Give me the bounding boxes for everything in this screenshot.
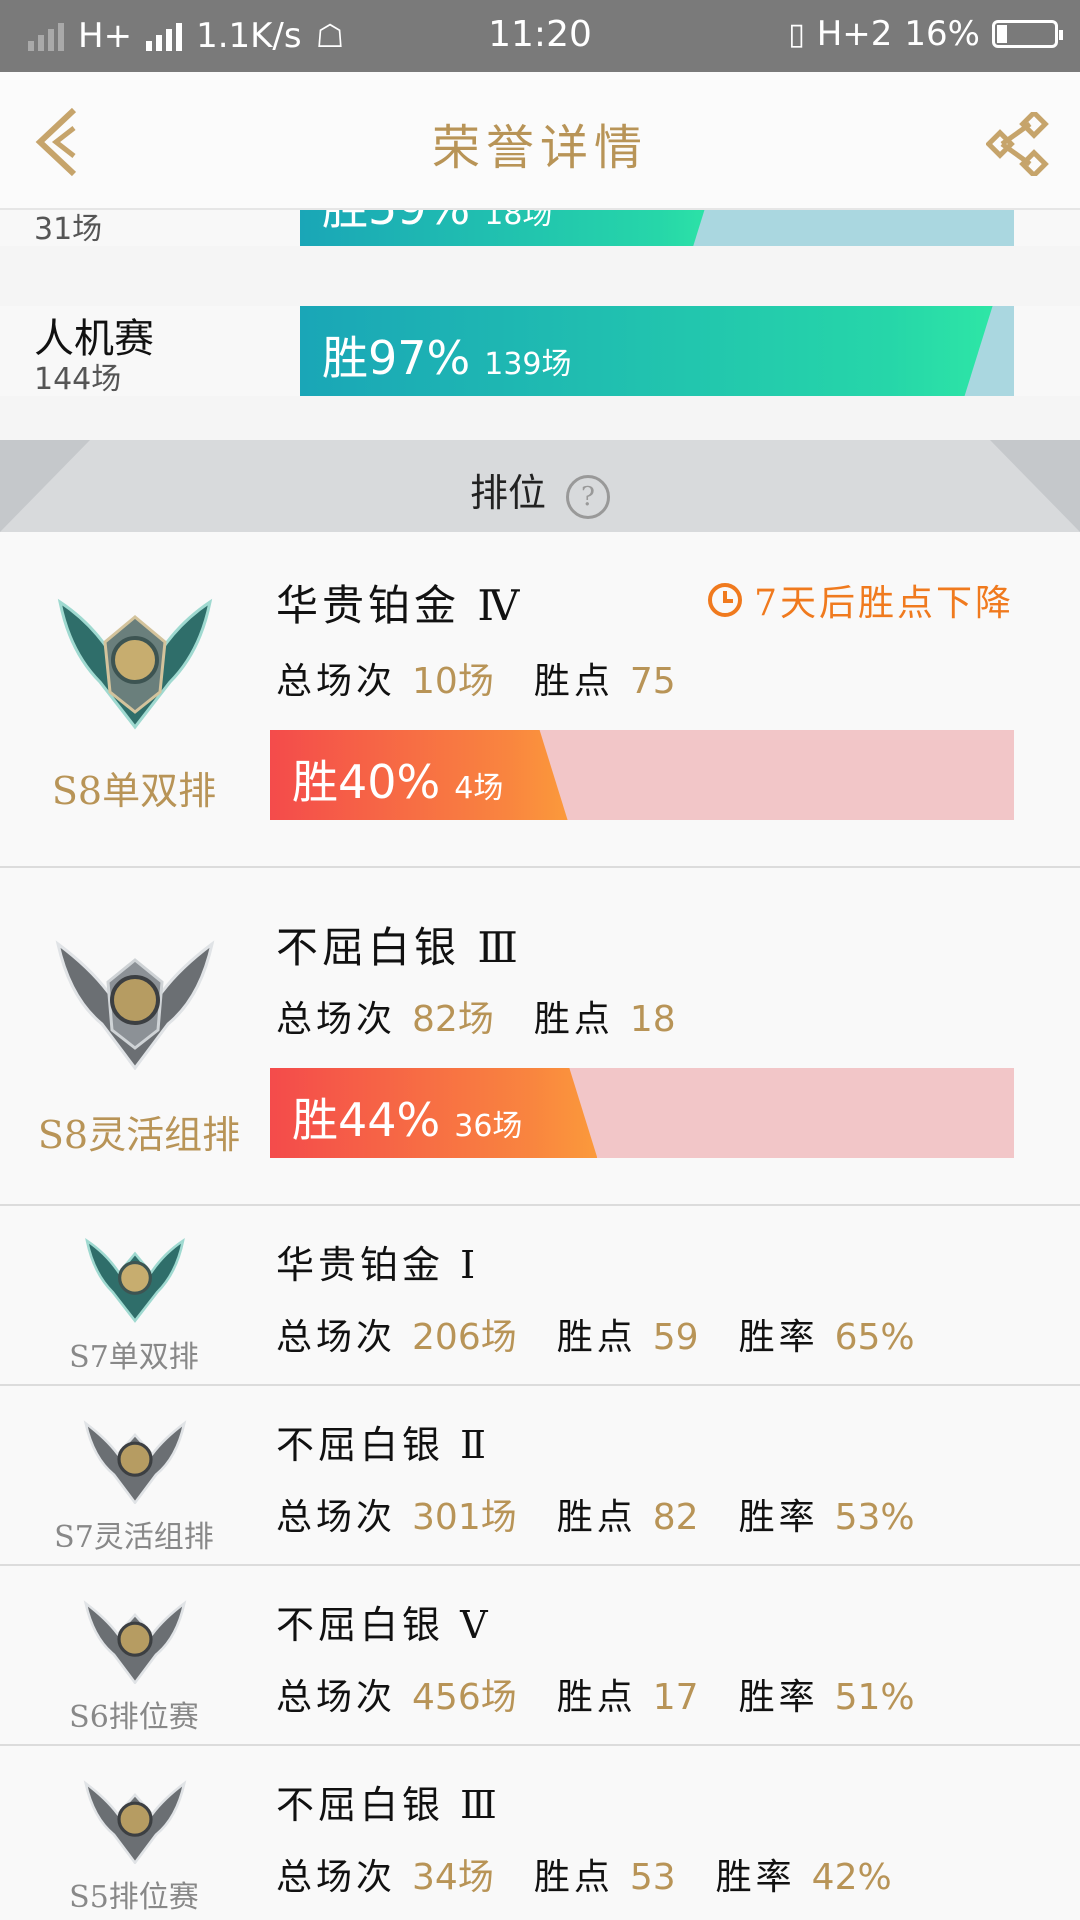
total-games: 10场 xyxy=(412,661,494,702)
clock-icon xyxy=(708,583,743,617)
vibrate-icon: ▯ xyxy=(788,16,805,52)
rate-label: 胜率 xyxy=(715,1857,796,1898)
tier-name: 不屈白银 Ⅲ xyxy=(276,923,522,972)
rate-label: 胜率 xyxy=(738,1317,819,1358)
points-label: 胜点 xyxy=(556,1677,637,1718)
ranked-card-s7-flex[interactable]: S7灵活组排 不屈白银 Ⅱ 总场次 301场 胜点 82 胜率 53% xyxy=(0,1386,1080,1566)
win-rate: 42% xyxy=(811,1857,892,1898)
win-rate-bar: 胜44% 36场 xyxy=(270,1068,1014,1158)
match-win-bar: 胜97% 139场 xyxy=(300,306,1014,396)
win-rate: 53% xyxy=(834,1497,915,1538)
league-points: 75 xyxy=(629,661,676,702)
win-rate-label: 胜40% 4场 xyxy=(292,755,504,809)
stats-row: 总场次 301场 胜点 82 胜率 53% xyxy=(276,1488,955,1540)
points-label: 胜点 xyxy=(533,661,614,702)
ranked-card-s6[interactable]: S6排位赛 不屈白银 Ⅴ 总场次 456场 胜点 17 胜率 51% xyxy=(0,1566,1080,1746)
total-label: 总场次 xyxy=(276,1317,397,1358)
win-rate: 51% xyxy=(834,1677,915,1718)
battery-icon xyxy=(992,20,1063,48)
match-win-bar: 胜59%18场 xyxy=(300,210,1014,246)
stats-row: 总场次 456场 胜点 17 胜率 51% xyxy=(276,1668,955,1720)
platinum-emblem-icon xyxy=(57,598,213,730)
league-points: 59 xyxy=(652,1317,699,1358)
rank-decay-warning: 7天后胜点下降 xyxy=(708,574,1014,626)
app-header: 荣誉详情 xyxy=(0,72,1080,210)
total-games: 206场 xyxy=(412,1317,517,1358)
total-label: 总场次 xyxy=(276,661,397,702)
silver-emblem-icon xyxy=(83,1420,187,1504)
total-games: 301场 xyxy=(412,1497,517,1538)
stats-row: 总场次 82场 胜点 18 xyxy=(276,990,716,1042)
match-win-label: 胜97% 139场 xyxy=(322,331,572,385)
tier-name: 华贵铂金 Ⅰ xyxy=(276,1243,480,1287)
tier-name: 华贵铂金 Ⅳ xyxy=(276,581,524,630)
win-rate-label: 胜44% 36场 xyxy=(292,1093,523,1147)
share-button[interactable] xyxy=(985,109,1050,179)
season-label: S5排位赛 xyxy=(69,1880,199,1915)
match-row-ai: 人机赛 144场 胜97% 139场 xyxy=(0,306,1080,397)
stats-row: 总场次 34场 胜点 53 胜率 42% xyxy=(276,1848,932,1900)
platinum-emblem-icon xyxy=(85,1238,185,1323)
total-label: 总场次 xyxy=(276,999,397,1040)
section-title: 排位 xyxy=(469,471,546,515)
tier-name: 不屈白银 Ⅲ xyxy=(276,1783,501,1827)
league-points: 53 xyxy=(629,1857,676,1898)
section-title-wrap: 排位? xyxy=(0,462,1080,519)
points-label: 胜点 xyxy=(533,999,614,1040)
win-rate: 65% xyxy=(834,1317,915,1358)
status-bar: H+ 1.1K/s ☖ 11:20 ▯ H+2 16% xyxy=(0,0,1080,72)
match-count: 144场 xyxy=(34,362,122,397)
season-label: S7灵活组排 xyxy=(54,1520,214,1555)
rate-label: 胜率 xyxy=(738,1677,819,1718)
rate-label: 胜率 xyxy=(738,1497,819,1538)
ranked-card-s7-solo[interactable]: S7单双排 华贵铂金 Ⅰ 总场次 206场 胜点 59 胜率 65% xyxy=(0,1206,1080,1386)
help-icon[interactable]: ? xyxy=(566,474,610,519)
ranked-card-s8-flex[interactable]: S8灵活组排 不屈白银 Ⅲ 总场次 82场 胜点 18 胜44% 36场 xyxy=(0,868,1080,1206)
points-label: 胜点 xyxy=(556,1317,637,1358)
league-points: 18 xyxy=(629,999,676,1040)
total-label: 总场次 xyxy=(276,1497,397,1538)
total-games: 34场 xyxy=(412,1857,494,1898)
page-title: 荣誉详情 xyxy=(431,120,648,176)
total-label: 总场次 xyxy=(276,1857,397,1898)
silver-emblem-icon xyxy=(83,1600,187,1684)
tier-name: 不屈白银 Ⅴ xyxy=(276,1603,492,1647)
share-icon xyxy=(985,109,1049,179)
match-count: 31场 xyxy=(34,212,103,246)
tier-name: 不屈白银 Ⅱ xyxy=(276,1423,490,1467)
season-label: S8灵活组排 xyxy=(37,1113,241,1157)
ranked-section-header: 排位? xyxy=(0,440,1080,532)
silver-emblem-icon xyxy=(83,1780,187,1864)
season-label: S6排位赛 xyxy=(69,1700,199,1735)
network-type-2: H+2 xyxy=(816,14,893,54)
season-label: S8单双排 xyxy=(51,769,217,813)
match-win-label: 胜59%18场 xyxy=(322,210,553,235)
battery-percent: 16% xyxy=(904,14,980,54)
league-points: 82 xyxy=(652,1497,699,1538)
silver-emblem-icon xyxy=(55,940,215,1070)
stats-row: 总场次 206场 胜点 59 胜率 65% xyxy=(276,1308,955,1360)
ranked-card-s8-solo[interactable]: S8单双排 华贵铂金 Ⅳ 7天后胜点下降 总场次 10场 胜点 75 胜40% 4场 xyxy=(0,532,1080,868)
warning-text: 7天后胜点下降 xyxy=(754,583,1014,624)
points-label: 胜点 xyxy=(556,1497,637,1538)
match-row-partial: 31场 胜59%18场 xyxy=(0,210,1080,246)
stats-row: 总场次 10场 胜点 75 xyxy=(276,652,716,704)
points-label: 胜点 xyxy=(533,1857,614,1898)
ranked-card-s5[interactable]: S5排位赛 不屈白银 Ⅲ 总场次 34场 胜点 53 胜率 42% xyxy=(0,1746,1080,1920)
total-label: 总场次 xyxy=(276,1677,397,1718)
league-points: 17 xyxy=(652,1677,699,1718)
season-label: S7单双排 xyxy=(69,1340,199,1375)
total-games: 82场 xyxy=(412,999,494,1040)
total-games: 456场 xyxy=(412,1677,517,1718)
win-rate-bar: 胜40% 4场 xyxy=(270,730,1014,820)
